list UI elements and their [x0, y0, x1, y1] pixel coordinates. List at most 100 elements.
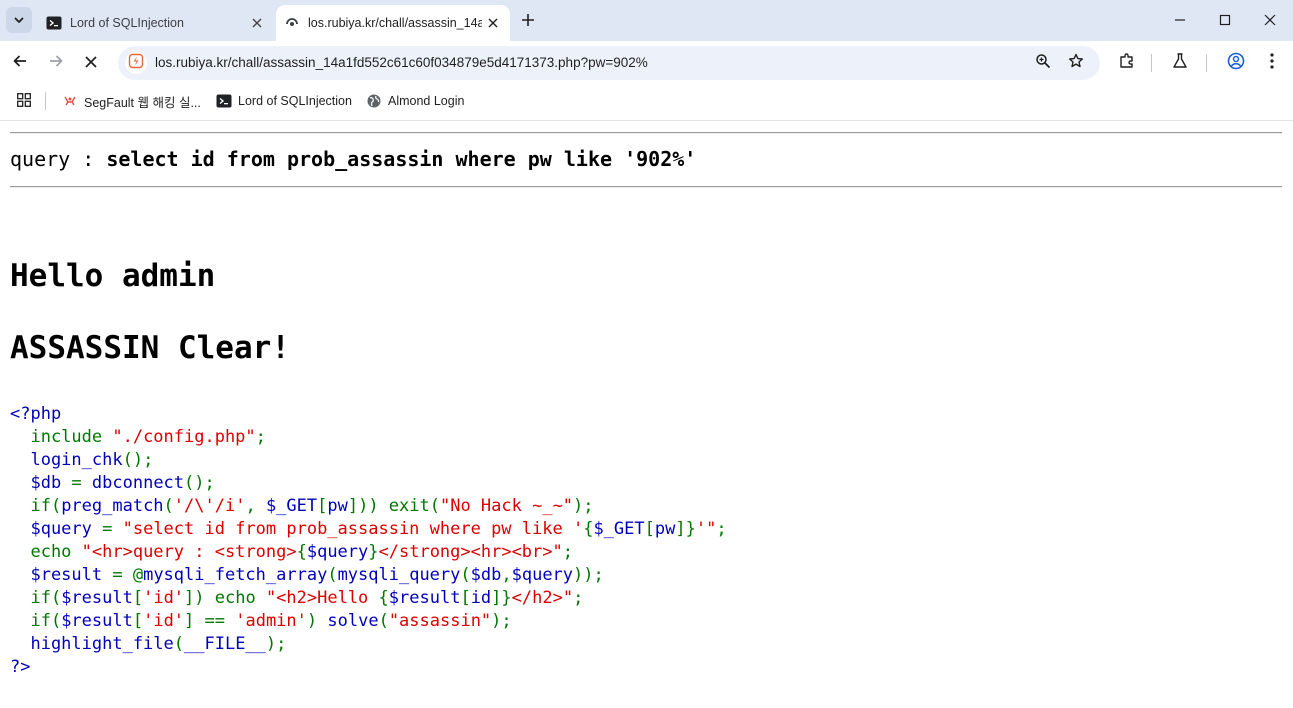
code-token: (	[378, 611, 389, 631]
code-token: $result	[61, 588, 133, 608]
bookmarks-divider	[45, 92, 46, 110]
page-content: query : select id from prob_assassin whe…	[0, 121, 1293, 708]
tab-assassin[interactable]: los.rubiya.kr/chall/assassin_14a	[276, 5, 510, 41]
code-token: </strong><hr><br>"	[378, 542, 563, 562]
close-icon	[84, 54, 98, 73]
code-token: __FILE__	[184, 634, 266, 654]
toolbar-divider	[1206, 54, 1207, 72]
tab-title: Lord of SQLInjection	[70, 16, 184, 30]
bookmark-almond-login[interactable]: Almond Login	[366, 89, 464, 113]
code-line: $result = @mysqli_fetch_array(mysqli_que…	[10, 564, 727, 587]
new-tab-button[interactable]	[516, 9, 540, 33]
code-token: ])) exit(	[347, 496, 440, 516]
code-token: (	[460, 565, 471, 585]
minimize-button[interactable]	[1160, 5, 1200, 35]
code-line: $query = "select id from prob_assassin w…	[10, 518, 726, 541]
code-token: $result	[10, 565, 113, 585]
code-token: );	[491, 611, 512, 631]
query-text: select id from prob_assassin where pw li…	[106, 147, 697, 171]
code-token: '"	[695, 519, 717, 539]
url-text[interactable]: los.rubiya.kr/chall/assassin_14a1fd552c6…	[155, 55, 648, 70]
zoom-button[interactable]	[1032, 52, 1054, 74]
arrow-right-icon	[48, 53, 64, 73]
clear-heading: ASSASSIN Clear!	[10, 330, 290, 366]
code-token: $query	[511, 565, 574, 585]
code-token: $result	[61, 611, 133, 631]
code-token: $db	[470, 565, 502, 585]
star-icon	[1068, 53, 1084, 73]
code-token: ]) echo	[184, 588, 266, 608]
close-icon[interactable]	[246, 12, 268, 34]
code-token: "assassin"	[388, 611, 492, 631]
code-token: );	[265, 634, 287, 654]
bookmarks-bar: SegFault 웹 해킹 실... Lord of SQLInjection …	[0, 85, 1293, 121]
code-token: (	[327, 565, 338, 585]
horizontal-rule	[10, 132, 1282, 134]
tab-search-button[interactable]	[6, 7, 32, 33]
tab-title: los.rubiya.kr/chall/assassin_14a	[308, 16, 482, 30]
code-token: 'id'	[143, 588, 185, 608]
code-token: ]}	[491, 588, 512, 608]
code-token: $db	[10, 473, 72, 493]
code-token: mysqli_query	[337, 565, 461, 585]
back-button[interactable]	[6, 49, 34, 77]
window-close-button[interactable]	[1250, 5, 1290, 35]
bookmark-label: SegFault 웹 해킹 실...	[84, 95, 201, 110]
code-token: </h2>"	[511, 588, 574, 608]
code-token: pw	[654, 519, 676, 539]
code-token: ;	[562, 542, 573, 562]
code-token: 'admin'	[235, 611, 307, 631]
code-token: "<hr>query : <strong>	[81, 542, 297, 562]
code-token: ();	[122, 450, 154, 470]
chevron-down-icon	[13, 11, 25, 30]
bookmark-lord-of-sqlinjection[interactable]: Lord of SQLInjection	[216, 89, 352, 113]
code-token: 'id'	[143, 611, 185, 631]
bookmark-segfault[interactable]: SegFault 웹 해킹 실...	[62, 89, 201, 113]
code-token: }	[368, 542, 379, 562]
code-token: [	[132, 588, 144, 608]
code-line: ?>	[10, 656, 727, 679]
extensions-button[interactable]	[1114, 50, 1140, 76]
code-token: pw	[327, 496, 348, 516]
tab-lord-of-sqlinjection[interactable]: Lord of SQLInjection	[38, 5, 274, 41]
forward-button[interactable]	[42, 49, 70, 77]
code-token: [	[132, 611, 144, 631]
site-info-button[interactable]	[125, 52, 147, 74]
code-token: = @	[112, 565, 144, 585]
site-favicon-icon	[128, 53, 144, 73]
apps-grid-icon	[17, 92, 31, 111]
code-token: preg_match	[61, 496, 164, 516]
stop-button[interactable]	[77, 49, 105, 77]
code-token: (	[163, 496, 174, 516]
maximize-button[interactable]	[1205, 5, 1245, 35]
code-token: ;	[573, 588, 584, 608]
code-token: (	[173, 634, 185, 654]
code-token: mysqli_fetch_array	[143, 565, 328, 585]
labs-button[interactable]	[1167, 50, 1193, 76]
code-token: [	[317, 496, 328, 516]
menu-button[interactable]	[1259, 50, 1285, 76]
code-token: "No Hack ~_~"	[439, 496, 574, 516]
globe-icon	[366, 93, 382, 109]
code-token: solve	[327, 611, 379, 631]
bookmark-star-button[interactable]	[1065, 52, 1087, 74]
code-token: ();	[184, 473, 215, 493]
code-token: "select id from prob_assassin where pw l…	[122, 519, 584, 539]
code-token: include	[10, 427, 113, 447]
close-icon[interactable]	[482, 12, 504, 34]
code-token: highlight_file	[10, 634, 174, 654]
address-bar[interactable]: los.rubiya.kr/chall/assassin_14a1fd552c6…	[118, 46, 1100, 80]
apps-button[interactable]	[14, 91, 34, 111]
code-token: =	[71, 473, 92, 493]
code-token: )	[306, 611, 328, 631]
code-line: if($result['id']) echo "<h2>Hello {$resu…	[10, 587, 727, 610]
code-token: $_GET	[593, 519, 645, 539]
code-token: if(	[10, 588, 62, 608]
code-token: ));	[573, 565, 604, 585]
code-line: <?php	[10, 403, 727, 426]
code-token: {	[378, 588, 389, 608]
flask-icon	[1171, 52, 1189, 74]
code-line: include "./config.php";	[10, 426, 727, 449]
profile-button[interactable]	[1223, 50, 1249, 76]
code-token: '/\'/i'	[173, 496, 246, 516]
